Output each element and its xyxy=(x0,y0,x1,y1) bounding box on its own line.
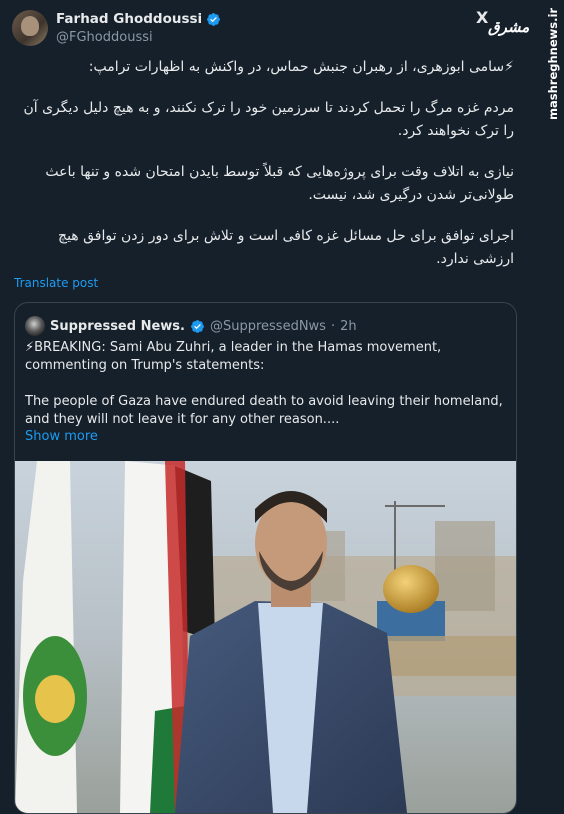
author-display-name[interactable]: Farhad Ghoddoussi xyxy=(56,11,202,27)
verified-badge-icon xyxy=(191,319,204,333)
watermark-text: mashreghnews.ir xyxy=(546,7,560,120)
quoted-paragraph: The people of Gaza have endured death to… xyxy=(25,394,503,427)
author-name-line: Farhad Ghoddoussi xyxy=(56,11,221,27)
tweet-header: Farhad Ghoddoussi @FGhoddoussi xyxy=(12,10,512,50)
quoted-post-photo[interactable] xyxy=(15,461,516,813)
flag-emblem-dome xyxy=(35,675,75,723)
quoted-post[interactable]: Suppressed News. @SuppressedNws · 2h ⚡BR… xyxy=(14,302,517,814)
author-handle[interactable]: @FGhoddoussi xyxy=(56,30,153,45)
tweet-paragraph: نیازی به اتلاف وقت برای پروژه‌هایی که قب… xyxy=(45,164,514,203)
author-avatar[interactable] xyxy=(12,10,48,46)
golden-dome xyxy=(383,565,439,613)
quoted-author-avatar xyxy=(25,316,45,336)
quoted-paragraph: ⚡BREAKING: Sami Abu Zuhri, a leader in t… xyxy=(25,340,442,373)
verified-badge-icon xyxy=(207,12,221,26)
tweet-paragraph: اجرای توافق برای حل مسائل غزه کافی است و… xyxy=(58,228,514,267)
quoted-post-header: Suppressed News. @SuppressedNws · 2h xyxy=(25,316,357,336)
show-more-link[interactable]: Show more xyxy=(25,429,98,444)
x-logo: X xyxy=(476,8,489,27)
quoted-author-name: Suppressed News. xyxy=(50,318,185,334)
tweet-paragraph: ⚡سامی ابوزهری، از رهبران جنبش حماس، در و… xyxy=(88,59,514,75)
translate-post-link[interactable]: Translate post xyxy=(14,276,98,290)
tweet-body: ⚡سامی ابوزهری، از رهبران جنبش حماس، در و… xyxy=(14,56,514,289)
quoted-separator: · xyxy=(330,318,336,334)
tweet-paragraph: مردم غزه مرگ را تحمل کردند تا سرزمین خود… xyxy=(23,100,514,139)
quoted-timestamp: 2h xyxy=(340,318,357,334)
source-logo: مشرق xyxy=(488,18,530,36)
quoted-author-handle: @SuppressedNws xyxy=(209,318,326,334)
watermark: mashreghnews.ir xyxy=(530,8,560,122)
city-buildings xyxy=(435,521,495,611)
